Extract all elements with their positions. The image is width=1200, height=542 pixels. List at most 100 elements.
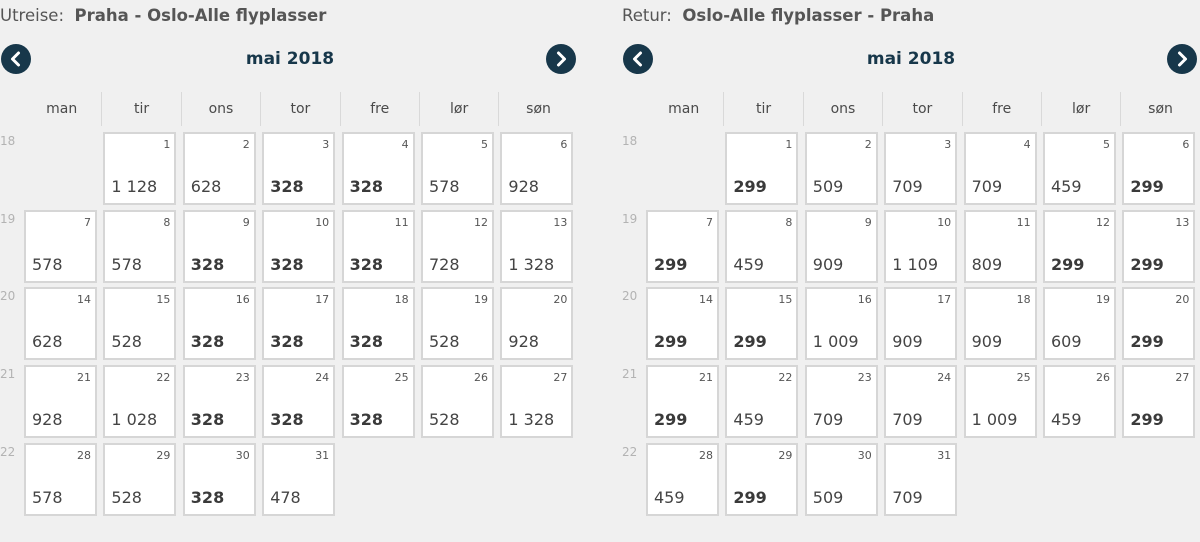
day-price: 299 xyxy=(733,332,767,352)
day-price: 578 xyxy=(429,177,460,196)
day-number: 21 xyxy=(699,371,713,385)
day-cell[interactable]: 21 299 xyxy=(646,365,719,439)
day-cell[interactable]: 6 928 xyxy=(500,132,574,205)
day-cell[interactable]: 10 328 xyxy=(262,209,336,283)
day-cell[interactable]: 22 459 xyxy=(725,365,799,439)
day-price: 459 xyxy=(1051,177,1082,196)
day-cell[interactable]: 14 299 xyxy=(646,287,719,361)
day-cell[interactable]: 22 1 028 xyxy=(103,365,177,439)
day-cell[interactable]: 11 328 xyxy=(341,209,415,283)
day-cell[interactable]: 9 909 xyxy=(804,209,878,283)
day-cell[interactable]: 7 299 xyxy=(646,209,719,283)
day-number: 6 xyxy=(1182,138,1190,151)
day-cell[interactable]: 2 509 xyxy=(804,132,878,205)
day-cell[interactable]: 11 809 xyxy=(963,209,1037,283)
day-cell[interactable]: 4 328 xyxy=(341,132,415,205)
day-price: 328 xyxy=(190,332,225,352)
day-number: 5 xyxy=(1103,138,1110,151)
day-cell[interactable]: 1 1 128 xyxy=(103,132,177,205)
day-price: 299 xyxy=(1130,332,1164,352)
weekday-label: søn xyxy=(1120,92,1199,126)
weekday-label: ons xyxy=(802,92,882,126)
day-cell[interactable]: 13 299 xyxy=(1122,209,1196,283)
day-cell[interactable]: 17 909 xyxy=(884,287,958,361)
day-cell[interactable]: 12 728 xyxy=(421,209,494,283)
day-price: 459 xyxy=(733,410,764,430)
day-cell[interactable]: 29 299 xyxy=(725,442,799,516)
day-price: 909 xyxy=(812,254,844,274)
day-cell[interactable]: 27 299 xyxy=(1122,365,1196,439)
day-cell[interactable]: 29 528 xyxy=(103,442,177,516)
day-cell[interactable]: 5 459 xyxy=(1043,132,1116,205)
week-number: 19 xyxy=(0,211,16,226)
day-cell[interactable]: 24 328 xyxy=(262,365,336,439)
day-cell[interactable]: 13 1 328 xyxy=(500,209,574,283)
day-cell[interactable]: 24 709 xyxy=(884,365,958,439)
day-cell[interactable]: 20 299 xyxy=(1122,287,1196,361)
day-cell[interactable]: 19 609 xyxy=(1043,287,1116,361)
day-cell[interactable]: 9 328 xyxy=(182,209,256,283)
outbound-label: Utreise: xyxy=(0,6,65,25)
day-cell[interactable]: 30 509 xyxy=(804,442,878,516)
day-cell[interactable]: 26 528 xyxy=(421,365,494,439)
day-price: 299 xyxy=(654,332,688,352)
day-cell[interactable]: 5 578 xyxy=(421,132,494,205)
day-cell[interactable]: 19 528 xyxy=(421,287,494,361)
day-number: 30 xyxy=(857,448,872,462)
day-cell[interactable]: 15 299 xyxy=(725,287,799,361)
day-price: 528 xyxy=(111,332,142,352)
day-cell[interactable]: 3 328 xyxy=(262,132,336,205)
day-cell[interactable]: 3 709 xyxy=(884,132,958,205)
week-number: 18 xyxy=(622,134,638,148)
day-cell[interactable]: 26 459 xyxy=(1043,365,1116,439)
day-cell[interactable]: 2 628 xyxy=(182,132,256,205)
day-cell[interactable]: 8 578 xyxy=(103,209,177,283)
day-cell[interactable]: 25 328 xyxy=(341,365,415,439)
return-next-month-button[interactable] xyxy=(1167,44,1197,74)
day-cell[interactable]: 28 459 xyxy=(646,442,719,516)
day-price: 628 xyxy=(190,177,222,196)
day-cell[interactable]: 4 709 xyxy=(963,132,1037,205)
return-weekday-header: man tir ons tor fre lør søn xyxy=(644,92,1200,126)
day-price: 299 xyxy=(654,254,688,274)
day-number: 24 xyxy=(315,371,330,385)
day-cell[interactable]: 20 928 xyxy=(500,287,574,361)
day-price: 299 xyxy=(654,410,688,430)
day-cell[interactable]: 16 328 xyxy=(182,287,256,361)
day-cell[interactable]: 18 328 xyxy=(341,287,415,361)
day-cell[interactable]: 21 928 xyxy=(24,365,97,439)
day-cell[interactable]: 18 909 xyxy=(963,287,1037,361)
outbound-next-month-button[interactable] xyxy=(546,44,576,74)
day-cell[interactable]: 25 1 009 xyxy=(963,365,1037,439)
day-cell[interactable]: 23 328 xyxy=(182,365,256,439)
chevron-right-icon xyxy=(1178,51,1187,67)
weekday-label: fre xyxy=(339,92,419,126)
day-cell[interactable]: 10 1 109 xyxy=(884,209,958,283)
day-number: 16 xyxy=(235,293,250,307)
day-price: 909 xyxy=(971,332,1003,352)
day-cell[interactable]: 14 628 xyxy=(24,287,97,361)
day-cell[interactable]: 31 478 xyxy=(262,442,336,516)
weekday-label: lør xyxy=(1040,92,1120,126)
day-cell[interactable]: 31 709 xyxy=(884,442,958,516)
day-number: 22 xyxy=(156,371,171,385)
weekday-label: tir xyxy=(101,92,180,126)
day-cell[interactable]: 28 578 xyxy=(24,442,97,516)
day-cell[interactable]: 30 328 xyxy=(182,442,256,516)
day-cell[interactable]: 17 328 xyxy=(262,287,336,361)
day-cell[interactable]: 8 459 xyxy=(725,209,799,283)
day-cell[interactable]: 15 528 xyxy=(103,287,177,361)
day-cell[interactable]: 23 709 xyxy=(804,365,878,439)
day-number: 23 xyxy=(857,371,872,385)
day-cell[interactable]: 12 299 xyxy=(1043,209,1116,283)
day-number: 11 xyxy=(394,215,409,229)
day-price: 459 xyxy=(654,487,685,507)
day-price: 1 128 xyxy=(111,177,158,196)
day-cell[interactable]: 16 1 009 xyxy=(804,287,878,361)
day-cell[interactable]: 1 299 xyxy=(725,132,799,205)
day-cell[interactable]: 7 578 xyxy=(24,209,97,283)
day-number: 30 xyxy=(235,448,250,462)
day-number: 2 xyxy=(864,138,872,151)
day-cell[interactable]: 6 299 xyxy=(1122,132,1196,205)
day-cell[interactable]: 27 1 328 xyxy=(500,365,574,439)
